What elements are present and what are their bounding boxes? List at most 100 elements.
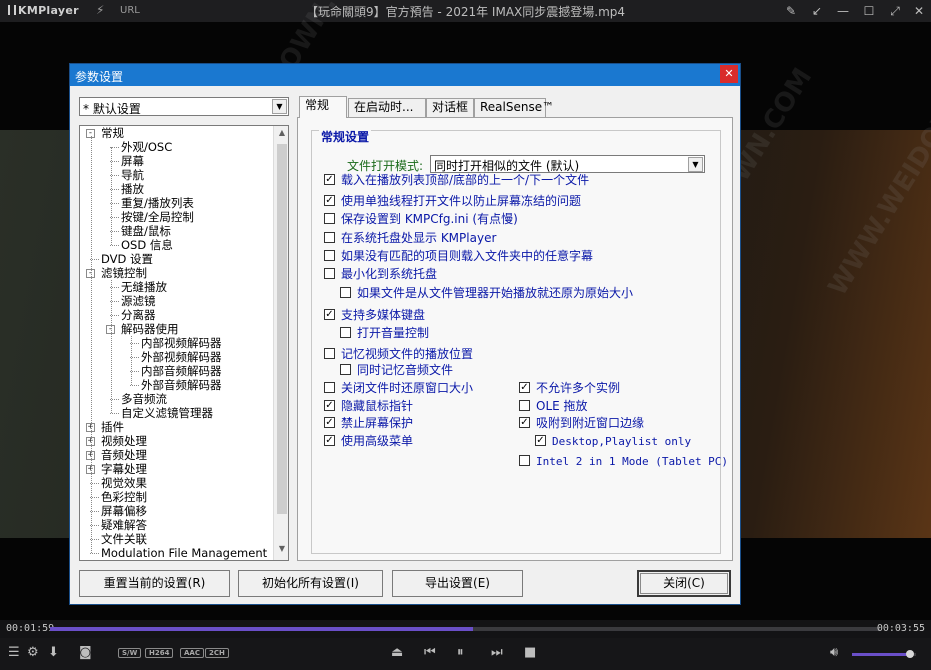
close-button[interactable]: 关闭(C): [637, 570, 731, 597]
tree-item[interactable]: 无缝播放: [121, 280, 167, 294]
eject-icon[interactable]: ⏏: [391, 644, 403, 662]
menu-icon[interactable]: ☰: [8, 644, 20, 662]
decoder-badge[interactable]: S/W: [118, 648, 142, 658]
settings-gear-icon[interactable]: ⚙: [27, 644, 39, 662]
checkbox-checked[interactable]: ✓: [535, 435, 546, 446]
checkbox-checked[interactable]: ✓: [519, 382, 530, 393]
checkbox-unchecked[interactable]: [324, 213, 335, 224]
maximize-icon[interactable]: ☐: [861, 3, 877, 19]
minimize-icon[interactable]: —: [835, 3, 851, 19]
checkbox-unchecked[interactable]: [340, 327, 351, 338]
tree-item[interactable]: 分离器: [121, 308, 156, 322]
checkbox-unchecked[interactable]: [324, 232, 335, 243]
tree-item[interactable]: 外部音频解码器: [141, 378, 222, 392]
previous-icon[interactable]: ⏮: [424, 644, 436, 662]
checkbox-unchecked[interactable]: [340, 287, 351, 298]
tree-scrollbar[interactable]: ▲ ▼: [273, 126, 288, 560]
tree-item[interactable]: 音频处理: [101, 448, 147, 462]
tab-dialogs[interactable]: 对话框: [426, 98, 474, 117]
tree-item[interactable]: OSD 信息: [121, 238, 173, 252]
checkbox-unchecked[interactable]: [519, 400, 530, 411]
mini-mode-icon[interactable]: ↙: [809, 3, 825, 19]
checkbox-checked[interactable]: ✓: [519, 417, 530, 428]
checkbox-unchecked[interactable]: [324, 268, 335, 279]
volume-knob[interactable]: [905, 650, 914, 658]
vr-icon[interactable]: ◙: [79, 644, 92, 662]
next-icon[interactable]: ⏭: [491, 644, 503, 662]
checkbox-unchecked[interactable]: [324, 250, 335, 261]
open-mode-dropdown[interactable]: 同时打开相似的文件 (默认) ▼: [430, 155, 705, 173]
option-label: 记忆视频文件的播放位置: [341, 347, 474, 361]
tree-item[interactable]: 导航: [121, 168, 144, 182]
tree-item[interactable]: Modulation File Management: [101, 546, 267, 560]
volume-slider[interactable]: [852, 650, 916, 658]
volume-icon[interactable]: 🔊︎: [830, 644, 838, 662]
tree-item[interactable]: 屏幕偏移: [101, 504, 147, 518]
tree-item[interactable]: 按键/全局控制: [121, 210, 194, 224]
channels-badge[interactable]: 2CH: [205, 648, 229, 658]
kmplayer-logo[interactable]: KMPlayer: [8, 4, 79, 17]
tree-item[interactable]: 自定义滤镜管理器: [121, 406, 213, 420]
tree-item[interactable]: 内部音频解码器: [141, 364, 222, 378]
chevron-down-icon[interactable]: ▼: [272, 99, 287, 114]
seekbar-row: 00:01:59 00:03:55: [0, 620, 931, 638]
tab-realsense[interactable]: RealSense™: [474, 98, 554, 117]
export-settings-button[interactable]: 导出设置(E): [392, 570, 523, 597]
checkbox-checked[interactable]: ✓: [324, 435, 335, 446]
tree-item[interactable]: 字幕处理: [101, 462, 147, 476]
tree-item[interactable]: 重复/播放列表: [121, 196, 194, 210]
checkbox-checked[interactable]: ✓: [324, 400, 335, 411]
tree-item[interactable]: 解码器使用: [121, 322, 179, 336]
fullscreen-icon[interactable]: ⤢: [887, 3, 903, 19]
dialog-titlebar: 参数设置 ✕: [70, 64, 740, 86]
checkbox-checked[interactable]: ✓: [324, 417, 335, 428]
tree-item[interactable]: 外部视频解码器: [141, 350, 222, 364]
download-icon[interactable]: ⬇: [48, 644, 59, 662]
seek-bar[interactable]: [50, 627, 880, 631]
preferences-dialog: 参数设置 ✕ * 默认设置 ▼ 常规 - 外观/OSC 屏幕 导航 播放 重复/播放列表 按键…: [69, 63, 741, 605]
stop-icon[interactable]: ■: [524, 644, 536, 662]
dialog-close-icon[interactable]: ✕: [720, 65, 738, 83]
audio-codec-badge[interactable]: AAC: [180, 648, 204, 658]
tree-item[interactable]: 内部视频解码器: [141, 336, 222, 350]
tree-item[interactable]: 疑难解答: [101, 518, 147, 532]
url-button[interactable]: URL: [120, 5, 140, 16]
tree-item[interactable]: 色彩控制: [101, 490, 147, 504]
lightning-icon[interactable]: ⚡: [96, 3, 104, 17]
dialog-title: 参数设置: [75, 70, 124, 84]
video-codec-badge[interactable]: H264: [145, 648, 174, 658]
preset-dropdown[interactable]: * 默认设置 ▼: [79, 97, 289, 116]
tree-item[interactable]: 插件: [101, 420, 124, 434]
pause-icon[interactable]: ⏸: [457, 644, 464, 662]
close-window-icon[interactable]: ✕: [911, 3, 927, 19]
tree-item[interactable]: 视频处理: [101, 434, 147, 448]
tab-startup[interactable]: 在启动时...: [348, 98, 426, 117]
tree-item[interactable]: 播放: [121, 182, 144, 196]
tree-item[interactable]: 常规: [101, 126, 124, 140]
checkbox-unchecked[interactable]: [519, 455, 530, 466]
checkbox-checked[interactable]: ✓: [324, 195, 335, 206]
tree-item[interactable]: 滤镜控制: [101, 266, 147, 280]
tree-item[interactable]: DVD 设置: [101, 252, 153, 266]
controls-row: ☰ ⚙ ⬇ ◙ S/W H264 AAC 2CH ⏏ ⏮ ⏸ ⏭ ■ 🔊︎: [0, 638, 931, 670]
tree-item[interactable]: 文件关联: [101, 532, 147, 546]
checkbox-checked[interactable]: ✓: [324, 174, 335, 185]
checkbox-unchecked[interactable]: [340, 364, 351, 375]
scroll-thumb[interactable]: [277, 144, 287, 514]
tree-item[interactable]: 视觉效果: [101, 476, 147, 490]
chevron-down-icon[interactable]: ▼: [688, 157, 703, 172]
scroll-down-icon[interactable]: ▼: [274, 544, 288, 558]
reset-settings-button[interactable]: 重置当前的设置(R): [79, 570, 230, 597]
tree-item[interactable]: 源滤镜: [121, 294, 156, 308]
checkbox-unchecked[interactable]: [324, 348, 335, 359]
tree-item[interactable]: 多音频流: [121, 392, 167, 406]
checkbox-unchecked[interactable]: [324, 382, 335, 393]
scroll-up-icon[interactable]: ▲: [274, 128, 288, 142]
pin-icon[interactable]: ✎: [783, 3, 799, 19]
tree-item[interactable]: 外观/OSC: [121, 140, 172, 154]
tab-general[interactable]: 常规: [299, 96, 347, 118]
initialize-all-button[interactable]: 初始化所有设置(I): [238, 570, 383, 597]
checkbox-checked[interactable]: ✓: [324, 309, 335, 320]
tree-item[interactable]: 键盘/鼠标: [121, 224, 171, 238]
tree-item[interactable]: 屏幕: [121, 154, 144, 168]
